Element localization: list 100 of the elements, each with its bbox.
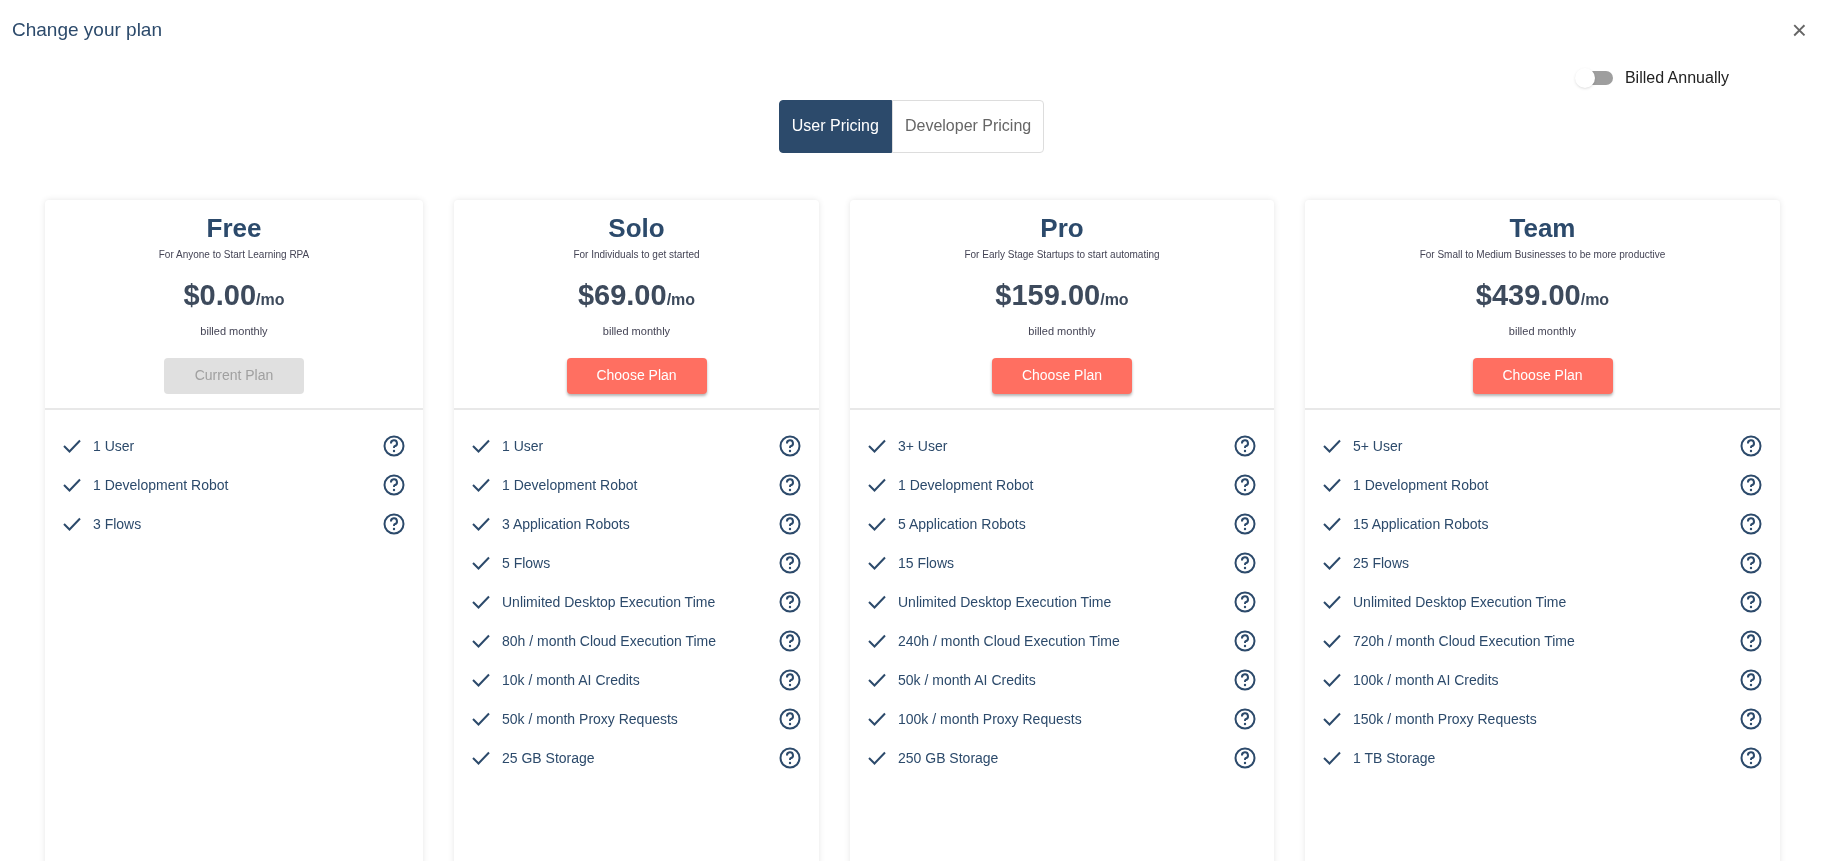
feature-text: 15 Flows — [898, 553, 956, 573]
check-icon — [472, 478, 490, 492]
check-icon — [868, 712, 886, 726]
help-icon[interactable] — [779, 513, 801, 535]
feature-text: 250 GB Storage — [898, 748, 1000, 768]
billing-note: billed monthly — [200, 324, 268, 339]
feature-text: Unlimited Desktop Execution Time — [502, 592, 717, 612]
feature-text: 1 TB Storage — [1353, 748, 1437, 768]
help-icon[interactable] — [1234, 591, 1256, 613]
feature-text: 80h / month Cloud Execution Time — [502, 631, 717, 651]
plan-name: Pro — [1040, 211, 1084, 244]
feature-text: 5 Flows — [502, 553, 552, 573]
check-icon — [472, 634, 490, 648]
feature-text: 5 Application Robots — [898, 514, 1027, 534]
feature-text: 25 GB Storage — [502, 748, 596, 768]
plan-price: $159.00/mo — [995, 277, 1129, 313]
plan-price: $439.00/mo — [1475, 277, 1610, 313]
feature-text: 25 Flows — [1353, 553, 1411, 573]
feature-text: 240h / month Cloud Execution Time — [898, 631, 1121, 651]
plan-price: $69.00/mo — [577, 277, 696, 313]
help-icon[interactable] — [779, 591, 801, 613]
feature-text: 100k / month AI Credits — [1353, 670, 1500, 690]
check-icon — [63, 439, 81, 453]
billing-switch[interactable] — [1576, 70, 1613, 85]
help-icon[interactable] — [1740, 513, 1762, 535]
help-icon[interactable] — [779, 708, 801, 730]
help-icon[interactable] — [779, 630, 801, 652]
check-icon — [868, 478, 886, 492]
check-icon — [1323, 439, 1341, 453]
feature-text: 3+ User — [898, 436, 949, 456]
check-icon — [63, 478, 81, 492]
feature-text: 1 User — [93, 436, 136, 456]
help-icon[interactable] — [779, 669, 801, 691]
billing-note: billed monthly — [602, 324, 671, 339]
feature-text: 50k / month AI Credits — [898, 670, 1037, 690]
billing-label: Billed Annually — [1624, 67, 1729, 88]
check-icon — [868, 517, 886, 531]
help-icon[interactable] — [1740, 474, 1762, 496]
check-icon — [1323, 556, 1341, 570]
help-icon[interactable] — [1234, 708, 1256, 730]
help-icon[interactable] — [1234, 747, 1256, 769]
help-icon[interactable] — [1740, 552, 1762, 574]
help-icon[interactable] — [1740, 669, 1762, 691]
check-icon — [1323, 673, 1341, 687]
check-icon — [868, 595, 886, 609]
check-icon — [472, 673, 490, 687]
plan-tagline: For Individuals to get started — [573, 247, 700, 262]
help-icon[interactable] — [1234, 435, 1256, 457]
check-icon — [1323, 634, 1341, 648]
feature-text: 3 Flows — [93, 514, 143, 534]
check-icon — [1323, 595, 1341, 609]
plan-price: $0.00/mo — [183, 277, 285, 313]
check-icon — [1323, 517, 1341, 531]
feature-text: 1 Development Robot — [502, 475, 639, 495]
feature-text: 100k / month Proxy Requests — [898, 709, 1083, 729]
billing-note: billed monthly — [1508, 324, 1577, 339]
feature-text: 150k / month Proxy Requests — [1353, 709, 1538, 729]
feature-text: 1 Development Robot — [898, 475, 1035, 495]
check-icon — [868, 556, 886, 570]
help-icon[interactable] — [1740, 747, 1762, 769]
help-icon[interactable] — [383, 513, 405, 535]
check-icon — [472, 595, 490, 609]
help-icon[interactable] — [1234, 552, 1256, 574]
help-icon[interactable] — [779, 747, 801, 769]
feature-text: 1 Development Robot — [1353, 475, 1490, 495]
plan-tagline: For Anyone to Start Learning RPA — [158, 247, 310, 262]
help-icon[interactable] — [1740, 435, 1762, 457]
help-icon[interactable] — [779, 435, 801, 457]
plan-button[interactable]: Choose Plan — [992, 357, 1132, 394]
help-icon[interactable] — [383, 474, 405, 496]
pricing-tab[interactable]: Developer Pricing — [891, 99, 1045, 153]
plan-button[interactable]: Choose Plan — [566, 357, 707, 394]
close-button[interactable]: × — [1787, 17, 1811, 44]
check-icon — [1323, 712, 1341, 726]
feature-text: 3 Application Robots — [502, 514, 631, 534]
help-icon[interactable] — [779, 552, 801, 574]
plan-name: Team — [1509, 211, 1576, 244]
help-icon[interactable] — [1234, 669, 1256, 691]
help-icon[interactable] — [1234, 474, 1256, 496]
plan-button[interactable]: Choose Plan — [1472, 357, 1613, 394]
help-icon[interactable] — [1234, 630, 1256, 652]
dialog-title: Change your plan — [12, 18, 162, 42]
plan-tagline: For Small to Medium Businesses to be more productive — [1419, 247, 1666, 262]
feature-text: 1 Development Robot — [93, 475, 230, 495]
help-icon[interactable] — [1740, 630, 1762, 652]
check-icon — [868, 634, 886, 648]
help-icon[interactable] — [1740, 591, 1762, 613]
feature-text: 5+ User — [1353, 436, 1404, 456]
pricing-tab[interactable]: User Pricing — [778, 99, 892, 153]
plan-tagline: For Early Stage Startups to start automating — [964, 247, 1160, 262]
feature-text: 1 User — [502, 436, 545, 456]
plan-name: Free — [206, 211, 262, 244]
check-icon — [472, 556, 490, 570]
help-icon[interactable] — [779, 474, 801, 496]
help-icon[interactable] — [383, 435, 405, 457]
check-icon — [472, 712, 490, 726]
plan-name: Solo — [608, 211, 665, 244]
feature-text: 50k / month Proxy Requests — [502, 709, 679, 729]
help-icon[interactable] — [1234, 513, 1256, 535]
help-icon[interactable] — [1740, 708, 1762, 730]
